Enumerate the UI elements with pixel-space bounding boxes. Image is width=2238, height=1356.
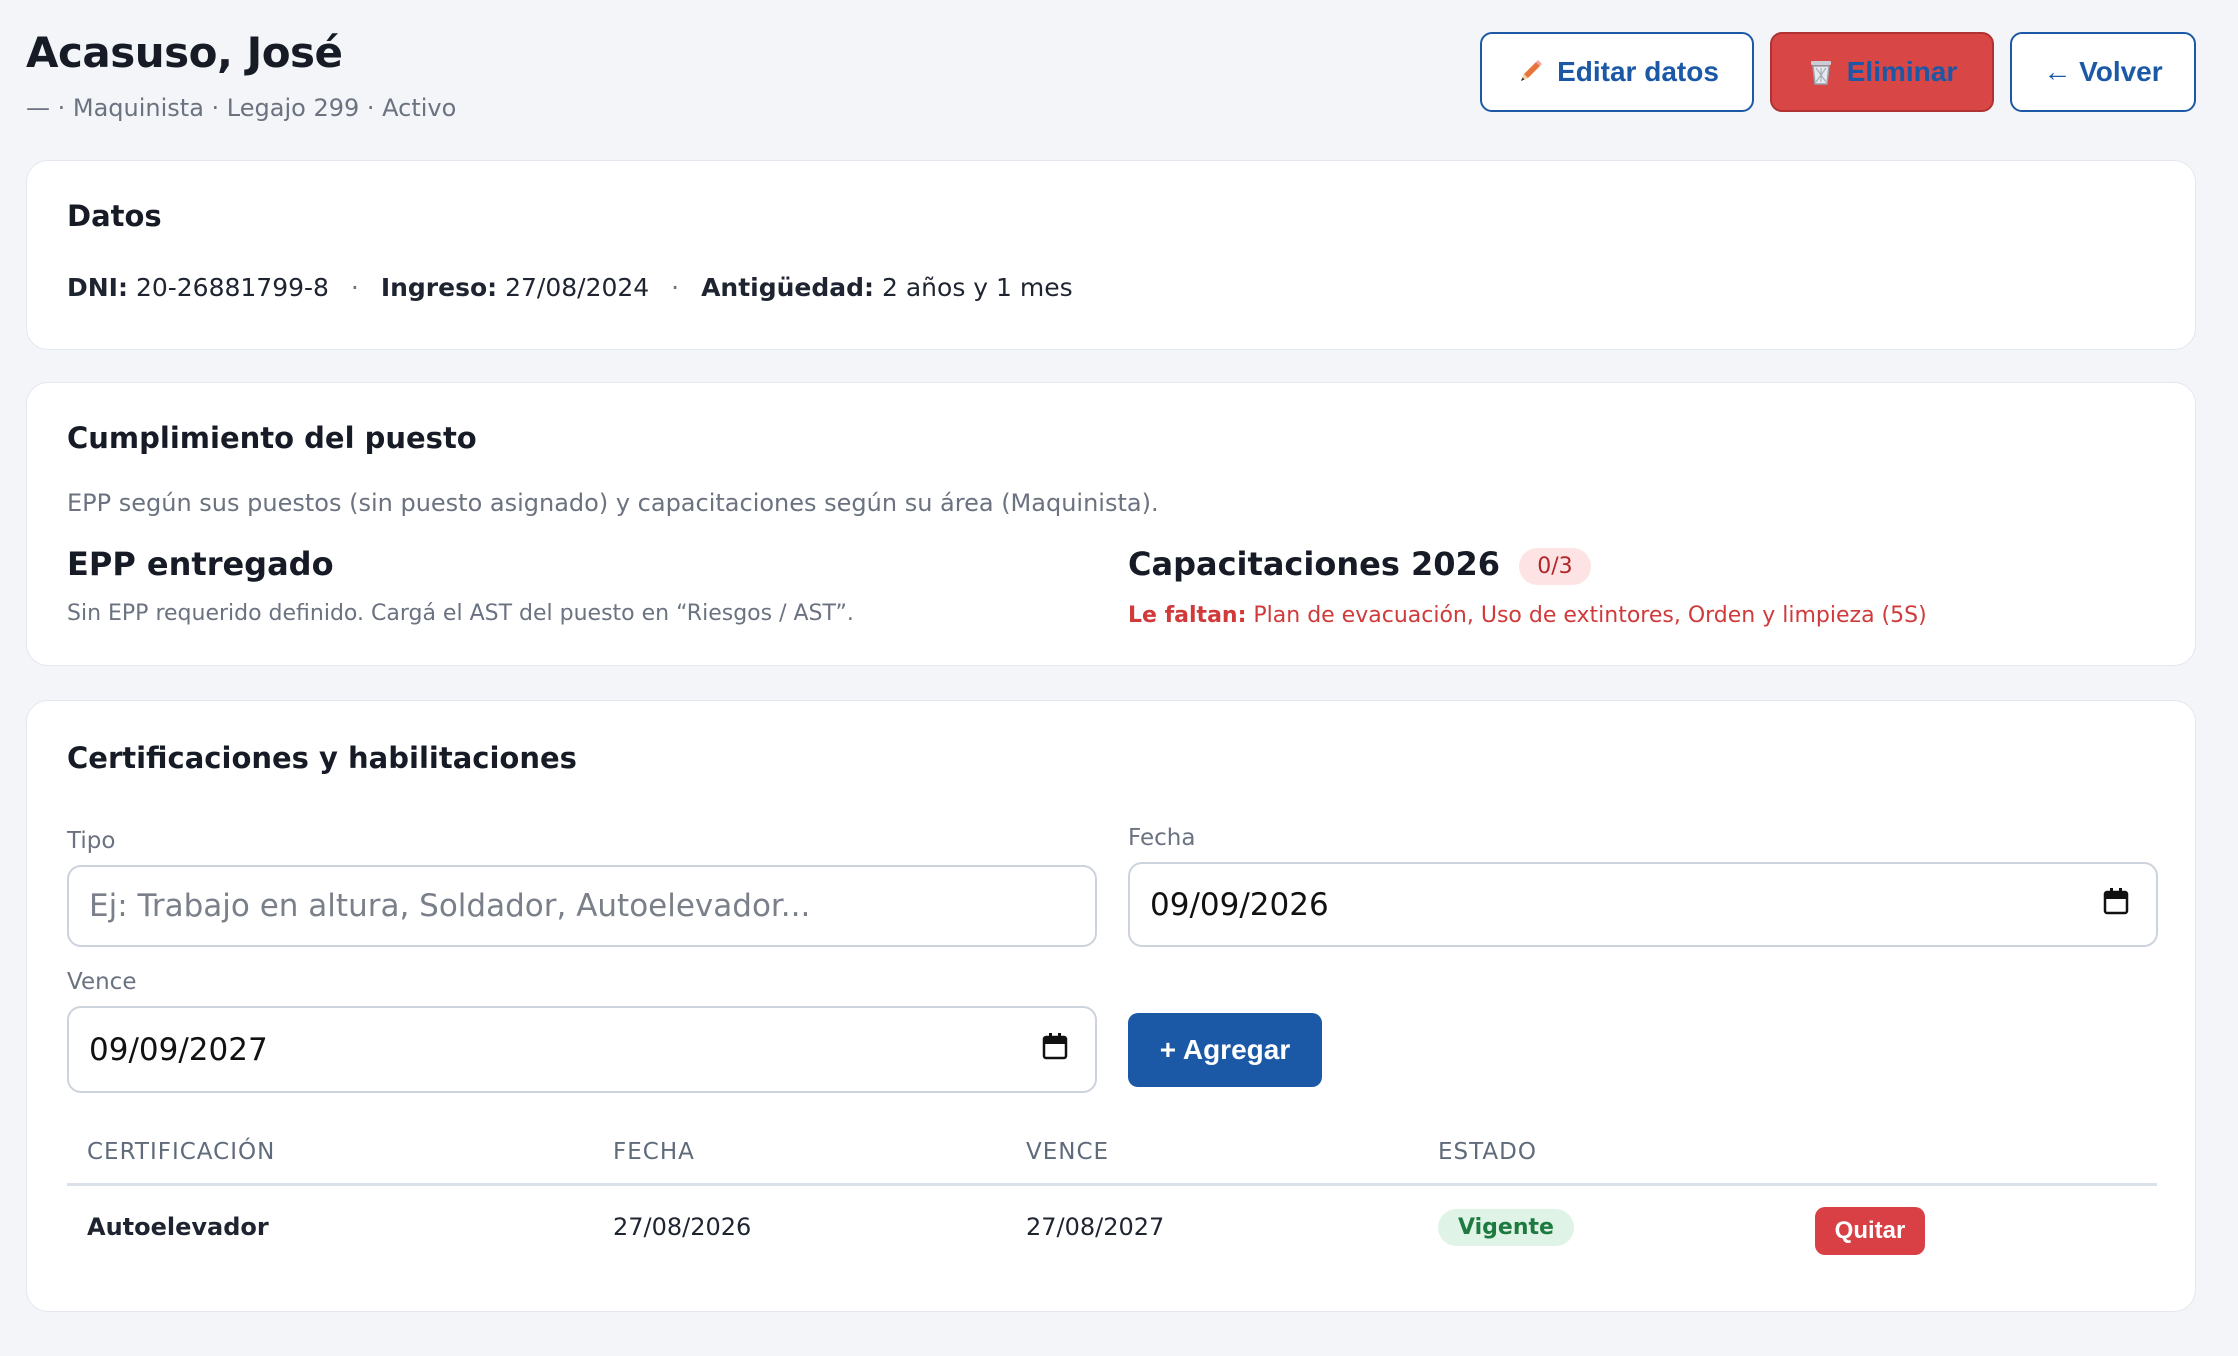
column-header-certificacion: CERTIFICACIÓN — [87, 1139, 276, 1165]
calendar-icon[interactable] — [1041, 1031, 1069, 1069]
column-header-vence: VENCE — [1026, 1139, 1110, 1165]
add-certification-button[interactable]: + Agregar — [1128, 1013, 1322, 1087]
tipo-placeholder: Ej: Trabajo en altura, Soldador, Autoele… — [89, 888, 811, 924]
tipo-input[interactable]: Ej: Trabajo en altura, Soldador, Autoele… — [67, 865, 1097, 947]
status-badge: Vigente — [1438, 1209, 1574, 1246]
cumplimiento-card: Cumplimiento del puesto EPP según sus pu… — [26, 382, 2196, 666]
cell-certificacion: Autoelevador — [87, 1213, 269, 1241]
cell-vence: 27/08/2027 — [1026, 1213, 1165, 1241]
page-subtitle: — · Maquinista · Legajo 299 · Activo — [26, 94, 457, 122]
missing-items: Plan de evacuación, Uso de extintores, O… — [1253, 603, 1927, 628]
delete-button-label: Eliminar — [1846, 56, 1958, 87]
ingreso-label: Ingreso: — [380, 273, 498, 302]
column-header-fecha: FECHA — [613, 1139, 695, 1165]
vence-label: Vence — [67, 969, 137, 995]
page-title: Acasuso, José — [26, 28, 343, 77]
antiguedad-label: Antigüedad: — [701, 273, 875, 302]
separator: · — [350, 273, 359, 302]
fecha-value: 09/09/2026 — [1150, 886, 1329, 923]
datos-heading: Datos — [67, 199, 162, 233]
separator: · — [671, 273, 680, 302]
ingreso-value: 27/08/2024 — [505, 273, 650, 302]
capacitaciones-missing: Le faltan: Plan de evacuación, Uso de ex… — [1128, 603, 1927, 628]
antiguedad-value: 2 años y 1 mes — [882, 273, 1073, 302]
epp-note: Sin EPP requerido definido. Cargá el AST… — [67, 601, 854, 626]
missing-label: Le faltan: — [1128, 603, 1247, 628]
table-divider — [67, 1183, 2157, 1186]
calendar-icon[interactable] — [2102, 886, 2130, 924]
pencil-icon — [1515, 57, 1545, 87]
edit-button-label: Editar datos — [1557, 56, 1719, 87]
datos-summary: DNI: 20-26881799-8 · Ingreso: 27/08/2024… — [67, 273, 1073, 302]
vence-date-input[interactable]: 09/09/2027 — [67, 1006, 1097, 1093]
certificaciones-card: Certificaciones y habilitaciones Tipo Ej… — [26, 700, 2196, 1312]
datos-card: Datos DNI: 20-26881799-8 · Ingreso: 27/0… — [26, 160, 2196, 350]
dni-label: DNI: — [67, 273, 128, 302]
dni-value: 20-26881799-8 — [135, 273, 329, 302]
cumplimiento-heading: Cumplimiento del puesto — [67, 421, 477, 455]
page-header: Acasuso, José — · Maquinista · Legajo 29… — [26, 24, 2196, 134]
back-button-label: ← Volver — [2043, 56, 2163, 87]
header-actions: Editar datos Eliminar ← Volver — [1480, 32, 2196, 112]
cumplimiento-description: EPP según sus puestos (sin puesto asigna… — [67, 489, 1159, 517]
certificaciones-heading: Certificaciones y habilitaciones — [67, 741, 577, 775]
capacitaciones-title: Capacitaciones 2026 — [1128, 545, 1501, 583]
delete-button[interactable]: Eliminar — [1770, 32, 1994, 112]
capacitaciones-heading: Capacitaciones 2026 0/3 — [1128, 545, 1591, 585]
back-button[interactable]: ← Volver — [2010, 32, 2196, 112]
wastebasket-icon — [1807, 57, 1835, 87]
employee-detail-page: Acasuso, José — · Maquinista · Legajo 29… — [0, 0, 2238, 1356]
fecha-label: Fecha — [1128, 825, 1196, 851]
column-header-estado: ESTADO — [1438, 1139, 1537, 1165]
edit-button[interactable]: Editar datos — [1480, 32, 1754, 112]
epp-heading: EPP entregado — [67, 545, 334, 583]
vence-value: 09/09/2027 — [89, 1031, 268, 1068]
tipo-label: Tipo — [67, 828, 116, 854]
fecha-date-input[interactable]: 09/09/2026 — [1128, 862, 2158, 947]
remove-certification-button[interactable]: Quitar — [1815, 1207, 1925, 1255]
cell-fecha: 27/08/2026 — [613, 1213, 752, 1241]
capacitaciones-count-badge: 0/3 — [1519, 547, 1591, 585]
